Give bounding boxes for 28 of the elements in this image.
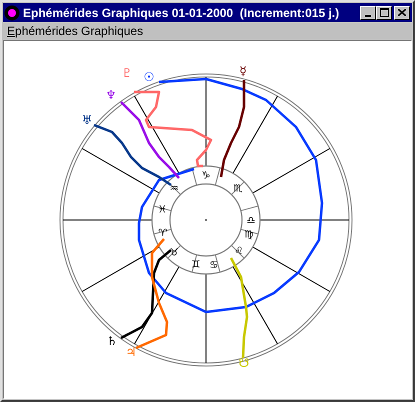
planet-symbol: ♅ <box>82 113 92 127</box>
maximize-button[interactable] <box>376 6 392 20</box>
zodiac-sign: ♏ <box>233 184 242 195</box>
close-icon <box>398 9 406 16</box>
zodiac-sign: ♌ <box>234 246 244 258</box>
zodiac-sign: ♋ <box>209 260 218 271</box>
menu-item[interactable]: Ephémérides Graphiques <box>7 22 144 40</box>
maximize-icon <box>380 8 388 17</box>
window-title: Ephémérides Graphiques 01-01-2000 (Increment:015 j.) <box>23 4 340 22</box>
planet-symbol: ☋ <box>238 356 250 370</box>
close-button[interactable] <box>394 6 410 20</box>
planet-symbol: ☿ <box>239 64 247 78</box>
zodiac-sign: ♍ <box>244 229 254 240</box>
zodiac-sign: ♓ <box>158 204 167 216</box>
planet-symbol: ♆ <box>106 88 116 102</box>
minimize-button[interactable] <box>360 6 376 20</box>
zodiac-sign: ♉ <box>170 247 179 258</box>
app-icon[interactable] <box>4 4 20 20</box>
zodiac-sign: ♈ <box>158 228 168 239</box>
zodiac-sign: ♑ <box>202 170 210 182</box>
planet-symbol: ♃ <box>126 345 136 359</box>
planet-symbol: ♇ <box>122 66 132 80</box>
zodiac-sign: ♊ <box>191 259 200 270</box>
zodiac-sign: ♎ <box>246 216 256 226</box>
minimize-icon <box>365 14 371 16</box>
planet-symbol: ♄ <box>106 334 118 348</box>
zodiac-sign: ♒ <box>170 184 179 195</box>
planet-symbol: ☉ <box>144 70 154 84</box>
